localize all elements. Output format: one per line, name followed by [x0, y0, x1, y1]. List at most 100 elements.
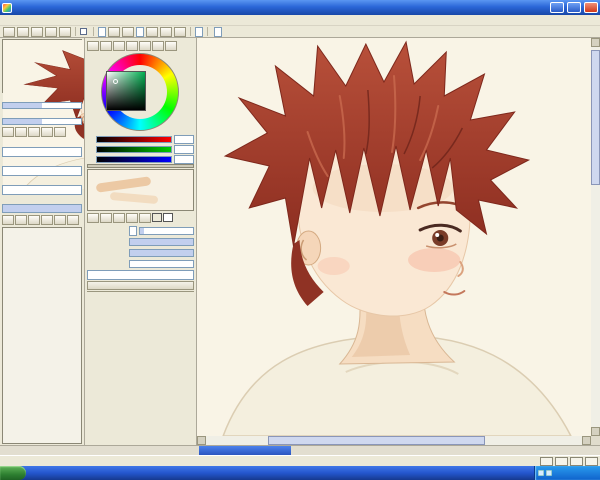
windows-taskbar — [0, 466, 600, 480]
blend-mode-dropdown[interactable] — [195, 26, 203, 37]
status-bar — [0, 455, 600, 466]
flip-horizontal-icon[interactable] — [174, 26, 186, 37]
navigator-zoom-slider[interactable] — [2, 102, 82, 109]
copy-layer-icon[interactable] — [28, 214, 40, 225]
color-tool-panel — [85, 38, 197, 445]
vertical-scrollbar[interactable] — [591, 38, 600, 436]
gh-indicator[interactable] — [555, 456, 568, 466]
stabilizer-dropdown[interactable] — [214, 26, 222, 37]
material-effect-dropdown[interactable] — [2, 166, 82, 176]
scroll-down-icon[interactable] — [591, 427, 600, 436]
mixer-toggle-icon[interactable] — [152, 40, 164, 51]
zoom-out-icon[interactable] — [2, 126, 14, 137]
scrollbar-corner — [591, 436, 600, 445]
move-tool-icon[interactable] — [126, 212, 138, 223]
brush-density-slider[interactable] — [129, 249, 194, 257]
new-layer-set-icon[interactable] — [15, 214, 27, 225]
zoom-in-icon[interactable] — [15, 126, 27, 137]
rect-select-icon[interactable] — [87, 212, 99, 223]
material-effect-label — [2, 157, 82, 166]
scratchpad-stroke — [95, 176, 152, 193]
primary-color-chip[interactable] — [152, 213, 162, 222]
selection-visibility-checkbox[interactable] — [80, 28, 87, 35]
hsv-panel-toggle-icon[interactable] — [113, 40, 125, 51]
maximize-icon[interactable] — [567, 2, 581, 13]
canvas-viewport[interactable] — [197, 38, 591, 436]
layer-opacity-slider[interactable] — [2, 204, 82, 213]
blue-slider[interactable] — [96, 155, 172, 163]
delete-layer-icon[interactable] — [67, 214, 79, 225]
blue-value — [174, 154, 194, 164]
sh-indicator[interactable] — [570, 456, 583, 466]
color-wheel-area — [87, 52, 194, 134]
navigator-layer-panel — [0, 38, 85, 445]
redo-icon[interactable] — [59, 26, 71, 37]
zoom-in-icon[interactable] — [122, 26, 134, 37]
canvas-artwork[interactable] — [197, 38, 591, 436]
navigator-preview[interactable] — [2, 39, 84, 190]
title-bar[interactable] — [0, 0, 600, 15]
blur-slider[interactable] — [129, 260, 194, 268]
saturation-value-square[interactable] — [106, 71, 146, 111]
brush-size-unit-dropdown[interactable] — [129, 226, 137, 236]
rotate-ccw-icon[interactable] — [146, 26, 158, 37]
zoom-tool-icon[interactable] — [139, 212, 151, 223]
grid-icon[interactable] — [540, 456, 553, 466]
clear-layer-icon[interactable] — [54, 214, 66, 225]
document-tab[interactable] — [199, 446, 291, 455]
pen-settings-icon[interactable] — [165, 40, 177, 51]
scroll-up-icon[interactable] — [591, 38, 600, 47]
rotate-ccw-icon[interactable] — [28, 126, 40, 137]
green-slider[interactable] — [96, 145, 172, 153]
paper-texture-dropdown[interactable] — [2, 147, 82, 157]
scroll-right-icon[interactable] — [582, 436, 591, 445]
magic-wand-icon[interactable] — [113, 212, 125, 223]
advanced-settings-header[interactable] — [87, 281, 194, 290]
undo-icon[interactable] — [45, 26, 57, 37]
zoom-level-dropdown[interactable] — [98, 26, 106, 37]
document-tab-strip — [0, 445, 600, 455]
horizontal-scrollbar[interactable] — [197, 436, 591, 445]
brush-size-preset-grid — [87, 291, 194, 292]
system-tray — [534, 466, 600, 480]
rotate-cw-icon[interactable] — [160, 26, 172, 37]
close-icon[interactable] — [584, 2, 598, 13]
min-size-slider[interactable] — [129, 238, 194, 246]
start-button[interactable] — [0, 466, 26, 480]
windows-flag-icon — [4, 468, 15, 479]
minimize-icon[interactable] — [550, 2, 564, 13]
navigator-angle-slider[interactable] — [2, 118, 82, 125]
lasso-icon[interactable] — [100, 212, 112, 223]
open-file-icon[interactable] — [17, 26, 29, 37]
vertical-scroll-thumb[interactable] — [591, 49, 600, 185]
horizontal-scroll-thumb[interactable] — [267, 436, 485, 445]
tray-icon[interactable] — [538, 470, 544, 476]
scroll-left-icon[interactable] — [197, 436, 206, 445]
pen-pressure-icon[interactable] — [585, 456, 598, 466]
reset-view-icon[interactable] — [54, 126, 66, 137]
merge-down-icon[interactable] — [41, 214, 53, 225]
color-swatch-grid — [87, 164, 194, 168]
new-layer-icon[interactable] — [2, 214, 14, 225]
swatches-toggle-icon[interactable] — [126, 40, 138, 51]
new-file-icon[interactable] — [3, 26, 15, 37]
canvas-area — [197, 38, 600, 445]
scratchpad-toggle-icon[interactable] — [139, 40, 151, 51]
save-file-icon[interactable] — [31, 26, 43, 37]
paper-texture-label — [2, 138, 82, 147]
rotate-cw-icon[interactable] — [41, 126, 53, 137]
color-wheel-toggle-icon[interactable] — [87, 40, 99, 51]
rotation-angle-dropdown[interactable] — [136, 26, 144, 37]
layer-blend-dropdown[interactable] — [2, 185, 82, 195]
scratchpad[interactable] — [87, 169, 194, 211]
green-value — [174, 144, 194, 154]
brush-size-slider[interactable] — [139, 227, 194, 235]
rgb-panel-toggle-icon[interactable] — [100, 40, 112, 51]
red-slider[interactable] — [96, 135, 172, 143]
secondary-color-chip[interactable] — [163, 213, 173, 222]
sv-selector-dot[interactable] — [113, 79, 118, 84]
layer-blend-label — [2, 176, 82, 185]
brush-texture-dropdown[interactable] — [87, 270, 194, 280]
zoom-out-icon[interactable] — [108, 26, 120, 37]
tray-icon[interactable] — [546, 470, 552, 476]
